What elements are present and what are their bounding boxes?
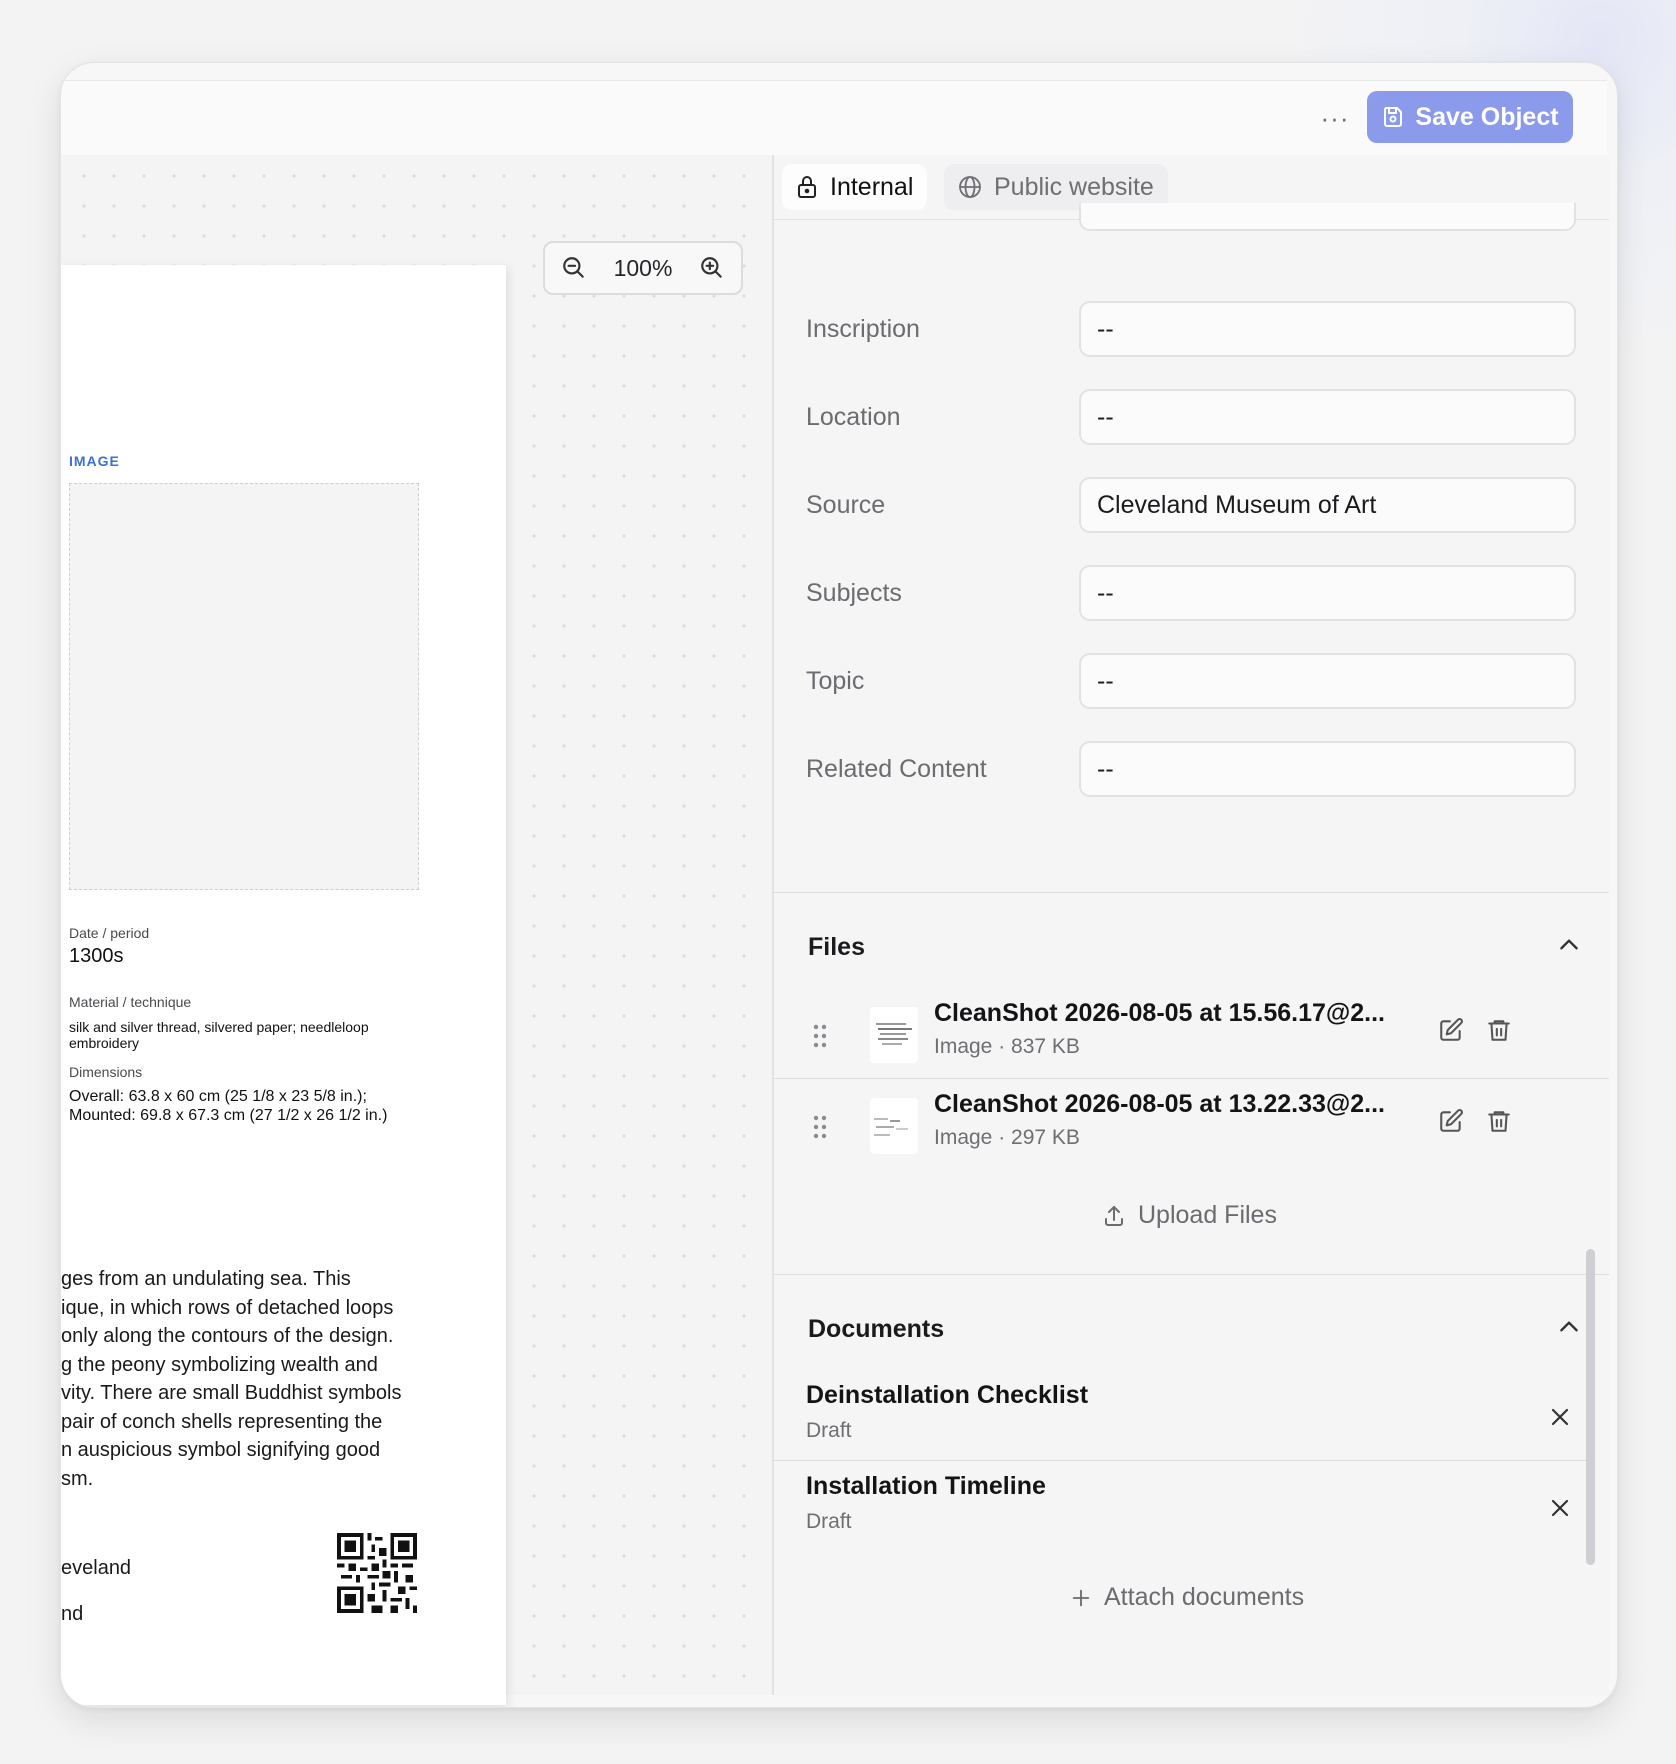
file-preview-image [876,1023,912,1045]
related-content-input[interactable]: -- [1079,741,1576,797]
location-input[interactable]: -- [1079,389,1576,445]
tab-public-website-label: Public website [994,172,1154,201]
field-subjects: Subjects -- [774,565,1609,621]
label-canvas[interactable]: IMAGE Date / period 1300s Material / tec… [61,155,772,1705]
date-label: Date / period [69,925,150,941]
panel-scrollbar[interactable] [1586,1249,1595,1565]
document-status: Draft [806,1510,852,1533]
documents-section-title: Documents [808,1315,945,1343]
object-details-panel: Internal Public website Inscription -- L… [772,155,1609,1695]
field-label: Subjects [806,579,902,607]
dimensions-value-line1: Overall: 63.8 x 60 cm (25 1/8 x 23 5/8 i… [69,1088,367,1105]
field-label: Related Content [806,755,987,783]
field-label: Inscription [806,315,920,343]
file-thumbnail [870,1007,918,1063]
drag-handle-icon[interactable] [812,1023,828,1049]
credit-line: nd [61,1603,84,1625]
file-name: CleanShot 2026-08-05 at 13.22.33@2... [934,1090,1386,1118]
file-meta: Image · 837 KB [934,1035,1080,1058]
material-label: Material / technique [69,994,192,1010]
material-value-line1: silk and silver thread, silvered paper; … [69,1019,369,1035]
field-related-content: Related Content -- [774,741,1609,797]
description-line: pair of conch shells representing the [61,1410,383,1433]
field-label: Location [806,403,901,431]
section-divider [774,1274,1609,1275]
close-icon[interactable] [1548,1496,1572,1520]
plus-icon [1072,1589,1090,1606]
description-text: ges from an undulating sea. This ique, i… [61,1265,406,1493]
description-line: ges from an undulating sea. This [61,1268,351,1290]
topic-input[interactable]: -- [1079,653,1576,709]
credit-line: eveland [61,1557,132,1579]
subjects-input[interactable]: -- [1079,565,1576,621]
close-icon[interactable] [1548,1405,1572,1429]
image-heading: IMAGE [69,453,120,469]
field-label: Topic [806,667,865,695]
edit-icon[interactable] [1438,1017,1464,1043]
chevron-up-icon[interactable] [1556,932,1582,958]
zoom-in-icon[interactable] [699,255,725,281]
file-preview-image [874,1118,908,1136]
save-object-label: Save Object [1415,102,1559,131]
attach-documents-label: Attach documents [1104,1583,1305,1611]
field-location: Location -- [774,389,1609,445]
inscription-input[interactable]: -- [1079,301,1576,357]
file-thumbnail [870,1098,918,1154]
description-line: ique, in which rows of detached loops [61,1296,394,1319]
globe-icon [959,176,981,198]
document-item[interactable]: Deinstallation Checklist Draft [774,1367,1609,1467]
image-placeholder[interactable] [69,483,419,890]
field-inscription: Inscription -- [774,301,1609,357]
file-item[interactable]: CleanShot 2026-08-05 at 13.22.33@2... Im… [774,1076,1609,1176]
section-divider [774,892,1609,893]
more-options-button[interactable]: ··· [1311,103,1359,133]
trash-icon[interactable] [1486,1108,1512,1134]
document-item[interactable]: Installation Timeline Draft [774,1458,1609,1558]
tab-internal-label: Internal [830,172,914,201]
top-toolbar: ··· Save Object [61,80,1607,156]
app-window: ··· Save Object IMAGE Date / period 1300… [60,62,1618,1708]
lock-icon [798,176,816,198]
zoom-level: 100% [613,254,673,281]
files-section-title: Files [808,933,865,961]
drag-handle-icon[interactable] [812,1114,828,1140]
zoom-out-icon[interactable] [561,255,587,281]
edit-icon[interactable] [1438,1108,1464,1134]
field-label: Source [806,491,886,519]
attach-documents-button[interactable]: Attach documents [1070,1583,1304,1612]
source-input[interactable]: Cleveland Museum of Art [1079,477,1576,533]
upload-files-label: Upload Files [1138,1201,1277,1229]
material-value-line2: embroidery [69,1035,140,1051]
description-line: g the peony symbolizing wealth and [61,1353,378,1376]
label-preview-card: IMAGE Date / period 1300s Material / tec… [61,265,506,1705]
description-line: n auspicious symbol signifying good [61,1439,381,1461]
qr-code-icon [337,1533,417,1613]
save-icon [1384,107,1403,127]
description-line: vity. There are small Buddhist symbols [61,1382,402,1404]
upload-icon [1105,1205,1123,1226]
field-source: Source Cleveland Museum of Art [774,477,1609,533]
file-name: CleanShot 2026-08-05 at 15.56.17@2... [934,999,1386,1027]
zoom-control: 100% [543,241,743,295]
upload-files-button[interactable]: Upload Files [1102,1201,1277,1230]
document-title: Installation Timeline [806,1472,1046,1500]
description-line: only along the contours of the design. [61,1325,394,1347]
field-topic: Topic -- [774,653,1609,709]
chevron-up-icon[interactable] [1556,1314,1582,1340]
trash-icon[interactable] [1486,1017,1512,1043]
field-input-partial[interactable] [1079,203,1576,231]
save-object-button[interactable]: Save Object [1367,91,1573,143]
file-item[interactable]: CleanShot 2026-08-05 at 15.56.17@2... Im… [774,985,1609,1085]
date-value: 1300s [69,945,124,967]
dimensions-value-line2: Mounted: 69.8 x 67.3 cm (27 1/2 x 26 1/2… [69,1107,388,1124]
document-status: Draft [806,1419,852,1442]
document-title: Deinstallation Checklist [806,1381,1089,1409]
dimensions-label: Dimensions [69,1064,143,1080]
more-icon: ··· [1320,103,1350,133]
tab-internal[interactable]: Internal [782,164,928,210]
description-line: sm. [61,1467,94,1490]
file-meta: Image · 297 KB [934,1126,1080,1149]
